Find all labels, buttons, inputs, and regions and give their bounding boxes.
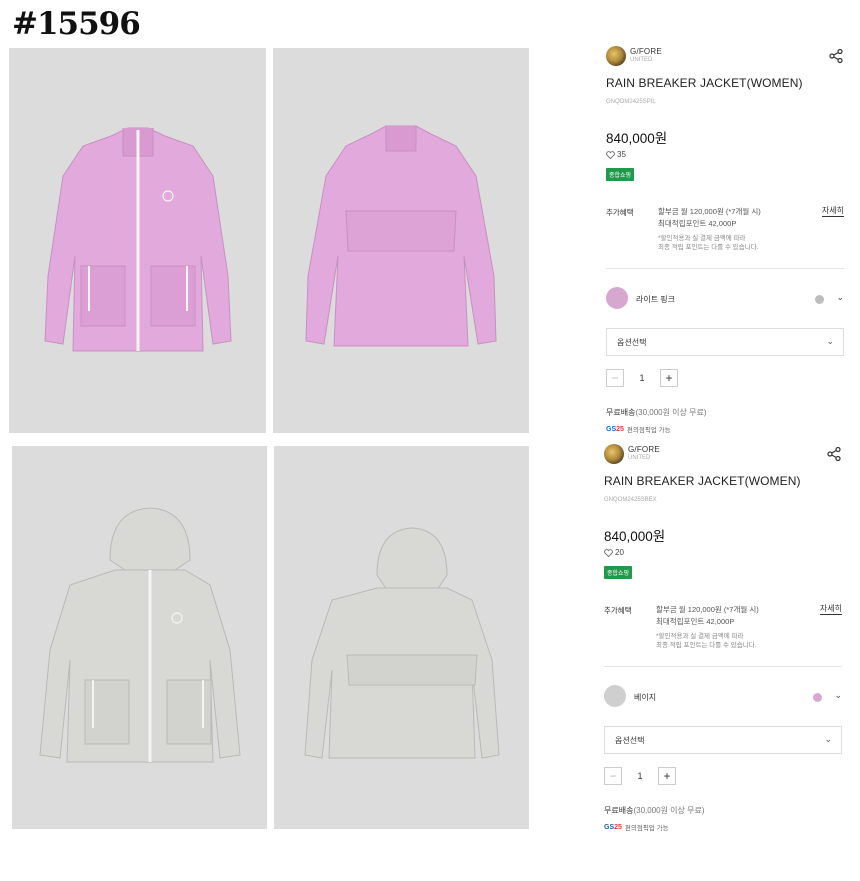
jacket-hood-front-illustration (38, 507, 241, 763)
installment-text: 할부금 월 120,000원 (*7개월 시) (656, 605, 759, 614)
product-panel-pink: G/FORE UNITED RAIN BREAKER JACKET(WOMEN)… (600, 46, 848, 446)
post-id: #15596 (12, 6, 141, 42)
shipping-info: 무료배송(30,000원 이상 무료) (606, 407, 707, 418)
shipping-condition: (30,000원 이상 무료) (635, 408, 707, 417)
quantity-stepper: − 1 + (606, 368, 678, 388)
quantity-decrease-button[interactable]: − (606, 369, 624, 387)
benefit-label: 추가혜택 (606, 208, 634, 217)
share-icon[interactable] (826, 446, 842, 462)
like-count: 20 (615, 548, 624, 557)
brand-name: G/FORE (628, 445, 660, 454)
benefit-note: 최종 적립 포인트는 다를 수 있습니다. (658, 244, 759, 251)
detail-link[interactable]: 자세히 (819, 604, 842, 615)
chevron-down-icon: ⌄ (826, 336, 834, 346)
convenience-text: 편의점픽업 가능 (624, 825, 669, 832)
jacket-back-illustration (305, 125, 497, 346)
likes[interactable]: 35 (606, 150, 626, 159)
product-price: 840,000원 (604, 529, 666, 544)
installment-text: 할부금 월 120,000원 (*7개월 시) (658, 207, 761, 216)
convenience-pickup: GS25 편의점픽업 가능 (606, 424, 671, 435)
chevron-down-icon[interactable]: ⌄ (834, 690, 842, 701)
grey-jacket-back-photo[interactable] (274, 446, 529, 829)
quantity-increase-button[interactable]: + (658, 767, 676, 785)
brand-sub: UNITED (630, 57, 653, 63)
pink-jacket-front-photo[interactable] (9, 48, 266, 433)
product-code: GNQOM2425SPIL (606, 99, 656, 105)
color-name: 베이지 (634, 693, 657, 702)
heart-icon (604, 548, 613, 557)
points-text: 최대적립포인트 42,000P (658, 219, 737, 228)
product-code: GNQOM2425SBEX (604, 497, 657, 503)
chevron-down-icon: ⌄ (824, 734, 832, 744)
alt-color-dot[interactable] (815, 295, 824, 304)
gs25-logo: GS25 (604, 823, 622, 831)
convenience-pickup: GS25 편의점픽업 가능 (604, 822, 669, 833)
shipping-condition: (30,000원 이상 무료) (633, 806, 705, 815)
option-select[interactable]: 옵션선택 ⌄ (604, 726, 842, 754)
jacket-hood-back-illustration (303, 527, 500, 759)
brand-row[interactable]: G/FORE UNITED (606, 46, 662, 66)
shopping-badge: 종합쇼핑 (606, 168, 635, 181)
shipping-free: 무료배송 (604, 806, 634, 815)
grey-jacket-front-photo[interactable] (12, 446, 267, 829)
divider (604, 666, 842, 667)
pink-jacket-back-photo[interactable] (273, 48, 529, 433)
like-count: 35 (617, 150, 626, 159)
shipping-free: 무료배송 (606, 408, 636, 417)
color-name: 라이트 핑크 (636, 295, 676, 304)
quantity-decrease-button[interactable]: − (604, 767, 622, 785)
jacket-front-illustration (43, 127, 232, 351)
product-title: RAIN BREAKER JACKET(WOMEN) (604, 474, 801, 488)
chevron-down-icon[interactable]: ⌄ (836, 292, 844, 303)
alt-color-dot[interactable] (813, 693, 822, 702)
product-price: 840,000원 (606, 131, 668, 146)
share-icon[interactable] (828, 48, 844, 64)
quantity-increase-button[interactable]: + (660, 369, 678, 387)
benefit-note: 최종 적립 포인트는 다를 수 있습니다. (656, 642, 757, 649)
convenience-text: 편의점픽업 가능 (626, 427, 671, 434)
color-swatch[interactable] (606, 287, 628, 309)
color-swatch[interactable] (604, 685, 626, 707)
points-text: 최대적립포인트 42,000P (656, 617, 735, 626)
option-select-text: 옵션선택 (617, 338, 647, 347)
option-select[interactable]: 옵션선택 ⌄ (606, 328, 844, 356)
brand-logo (604, 444, 624, 464)
brand-logo (606, 46, 626, 66)
product-panel-beige: G/FORE UNITED RAIN BREAKER JACKET(WOMEN)… (598, 444, 846, 844)
heart-icon (606, 150, 615, 159)
brand-name: G/FORE (630, 47, 662, 56)
quantity-stepper: − 1 + (604, 766, 676, 786)
quantity-value: 1 (639, 373, 645, 383)
divider (606, 268, 844, 269)
product-title: RAIN BREAKER JACKET(WOMEN) (606, 76, 803, 90)
benefit-label: 추가혜택 (604, 606, 632, 615)
gs25-logo: GS25 (606, 425, 624, 433)
brand-row[interactable]: G/FORE UNITED (604, 444, 660, 464)
quantity-value: 1 (637, 771, 643, 781)
likes[interactable]: 20 (604, 548, 624, 557)
shopping-badge: 종합쇼핑 (604, 566, 633, 579)
brand-sub: UNITED (628, 455, 651, 461)
detail-link[interactable]: 자세히 (821, 206, 844, 217)
option-select-text: 옵션선택 (615, 736, 645, 745)
shipping-info: 무료배송(30,000원 이상 무료) (604, 805, 705, 816)
